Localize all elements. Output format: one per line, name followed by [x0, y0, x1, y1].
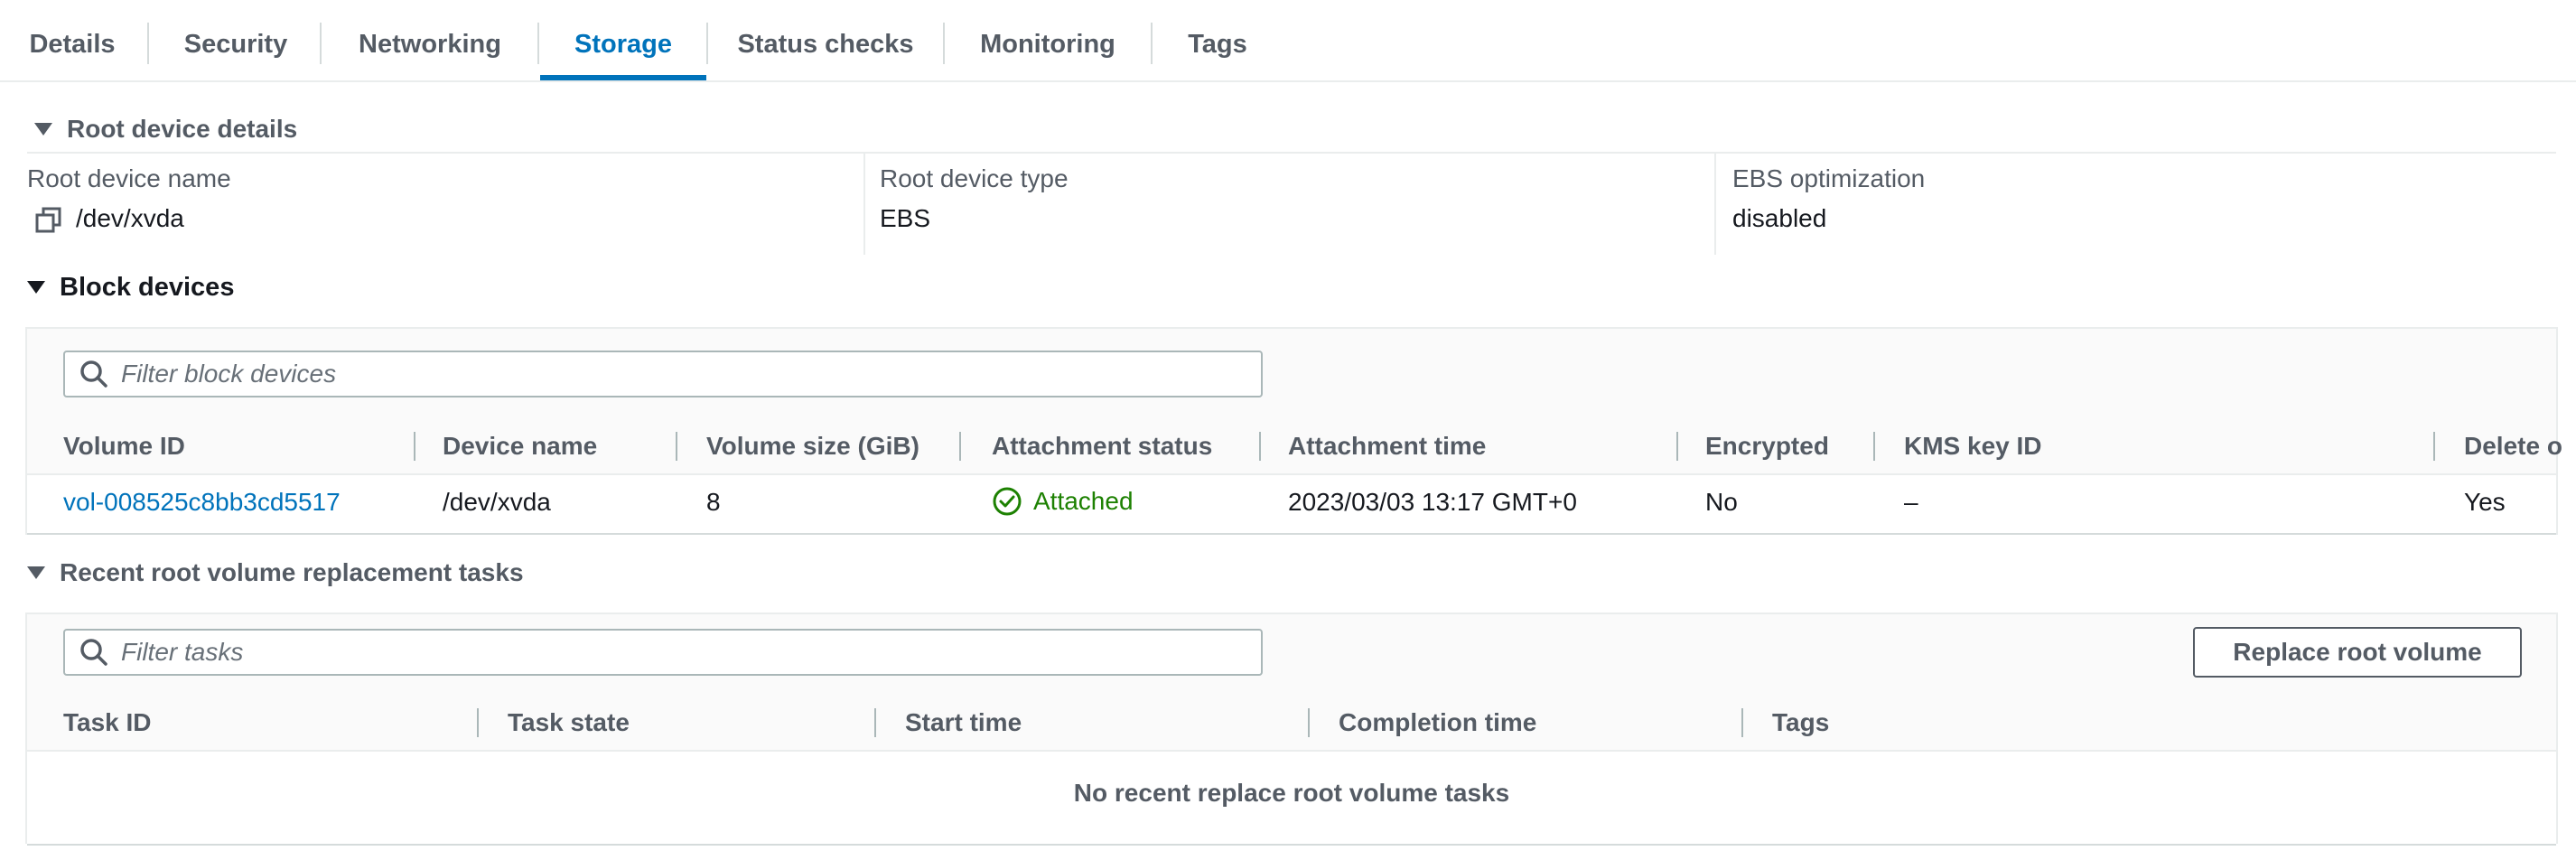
- column-header-task-state[interactable]: Task state: [508, 708, 630, 737]
- divider: [27, 152, 2556, 154]
- tab-status-checks[interactable]: Status checks: [708, 8, 943, 80]
- block-devices-toggle[interactable]: Block devices: [27, 269, 234, 305]
- column-resizer[interactable]: [1676, 432, 1678, 461]
- root-device-name-value: /dev/xvda: [76, 204, 184, 232]
- column-divider: [1714, 152, 1716, 255]
- section-title: Root device details: [67, 115, 298, 143]
- search-placeholder: Filter block devices: [121, 360, 337, 388]
- caret-down-icon: [27, 566, 45, 579]
- root-device-type-value: EBS: [880, 204, 931, 232]
- empty-state-message: No recent replace root volume tasks: [1073, 779, 1510, 807]
- column-header-volume-id[interactable]: Volume ID: [63, 432, 185, 461]
- column-resizer[interactable]: [1259, 432, 1261, 461]
- column-header-tags[interactable]: Tags: [1772, 708, 1829, 737]
- replacement-tasks-panel: Filter tasks Replace root volume Task ID…: [25, 613, 2558, 846]
- tab-tags[interactable]: Tags: [1153, 8, 1283, 80]
- status-text: Attached: [1033, 487, 1134, 515]
- column-header-kms-key-id[interactable]: KMS key ID: [1904, 432, 2042, 461]
- ebs-optimization-value: disabled: [1732, 204, 1827, 232]
- check-circle-icon: [993, 487, 1022, 516]
- encrypted-cell: No: [1705, 488, 1738, 516]
- search-icon: [80, 360, 107, 388]
- block-devices-panel: Filter block devices Volume ID Device na…: [25, 327, 2562, 535]
- device-name-cell: /dev/xvda: [443, 488, 551, 516]
- tab-networking[interactable]: Networking: [322, 8, 538, 80]
- caret-down-icon: [27, 281, 45, 294]
- tab-bar: Details Security Networking Storage Stat…: [0, 8, 2576, 82]
- tab-storage[interactable]: Storage: [540, 8, 706, 80]
- column-resizer[interactable]: [2433, 432, 2435, 461]
- tab-monitoring[interactable]: Monitoring: [945, 8, 1151, 80]
- replace-root-volume-button[interactable]: Replace root volume: [2193, 627, 2522, 678]
- root-device-name-label: Root device name: [27, 164, 231, 192]
- block-devices-search-input[interactable]: Filter block devices: [63, 351, 1263, 397]
- delete-on-termination-cell: Yes: [2464, 488, 2506, 516]
- active-tab-indicator: [540, 75, 706, 80]
- tasks-search-input[interactable]: Filter tasks: [63, 629, 1263, 676]
- table-row: vol-008525c8bb3cd5517 /dev/xvda 8 Attach…: [27, 473, 2556, 535]
- ebs-optimization-label: EBS optimization: [1732, 164, 1926, 192]
- empty-state-row: No recent replace root volume tasks: [27, 750, 2556, 846]
- copy-icon[interactable]: [34, 206, 63, 235]
- attachment-time-cell: 2023/03/03 13:17 GMT+0: [1288, 488, 1577, 516]
- tab-details[interactable]: Details: [0, 8, 145, 80]
- column-header-encrypted[interactable]: Encrypted: [1705, 432, 1829, 461]
- tab-separator: [537, 23, 539, 64]
- column-header-device-name[interactable]: Device name: [443, 432, 597, 461]
- column-header-delete-on-termination[interactable]: Delete o: [2464, 432, 2562, 461]
- column-header-completion-time[interactable]: Completion time: [1339, 708, 1536, 737]
- tab-separator: [147, 23, 149, 64]
- column-resizer[interactable]: [1308, 708, 1310, 737]
- column-header-attachment-time[interactable]: Attachment time: [1288, 432, 1486, 461]
- column-resizer[interactable]: [874, 708, 876, 737]
- column-resizer[interactable]: [414, 432, 415, 461]
- caret-down-icon: [34, 123, 52, 136]
- column-header-task-id[interactable]: Task ID: [63, 708, 152, 737]
- column-header-attachment-status[interactable]: Attachment status: [992, 432, 1212, 461]
- root-device-type-label: Root device type: [880, 164, 1069, 192]
- column-divider: [863, 152, 865, 255]
- column-resizer[interactable]: [959, 432, 961, 461]
- replacement-tasks-toggle[interactable]: Recent root volume replacement tasks: [27, 555, 524, 591]
- kms-key-id-cell: –: [1904, 488, 1918, 516]
- root-device-details-toggle[interactable]: Root device details: [34, 111, 297, 147]
- volume-id-link[interactable]: vol-008525c8bb3cd5517: [63, 488, 341, 517]
- volume-size-cell: 8: [706, 488, 721, 516]
- column-header-volume-size[interactable]: Volume size (GiB): [706, 432, 919, 461]
- storage-tab-page: Details Security Networking Storage Stat…: [0, 0, 2576, 851]
- section-title: Block devices: [60, 272, 235, 302]
- column-resizer[interactable]: [477, 708, 479, 737]
- column-resizer[interactable]: [1873, 432, 1875, 461]
- column-header-start-time[interactable]: Start time: [905, 708, 1022, 737]
- search-icon: [80, 639, 107, 666]
- column-resizer[interactable]: [676, 432, 677, 461]
- tab-security[interactable]: Security: [150, 8, 322, 80]
- column-resizer[interactable]: [1741, 708, 1743, 737]
- search-placeholder: Filter tasks: [121, 638, 244, 666]
- attachment-status-cell: Attached: [992, 486, 1134, 517]
- section-title: Recent root volume replacement tasks: [60, 558, 524, 586]
